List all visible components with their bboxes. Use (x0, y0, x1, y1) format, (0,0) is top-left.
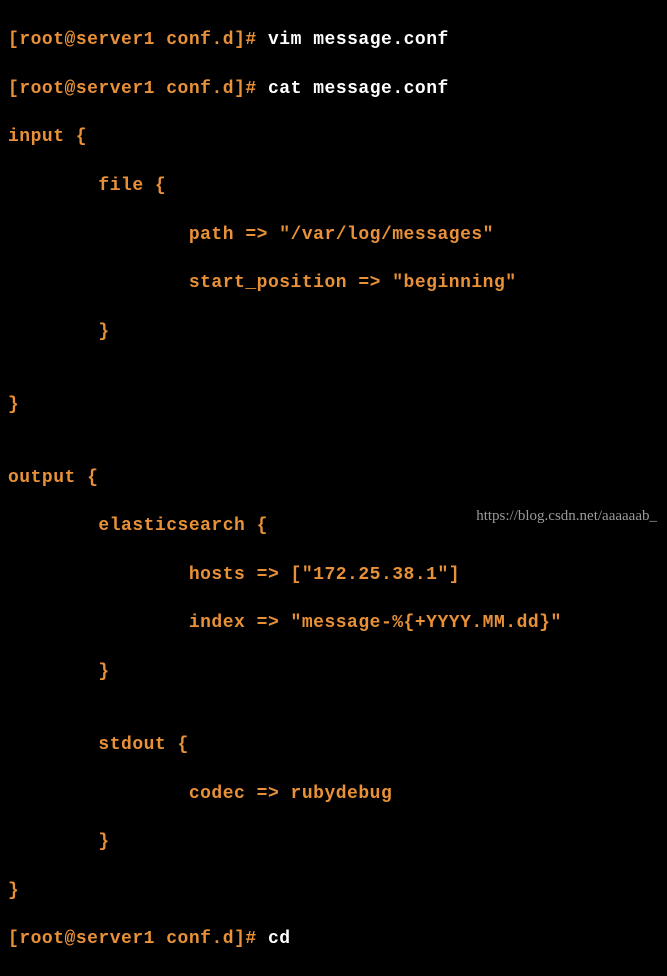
prompt-line-1: [root@server1 conf.d]# vim message.conf (8, 28, 659, 52)
config-line: } (8, 393, 659, 417)
watermark-text: https://blog.csdn.net/aaaaaab_ (476, 506, 657, 526)
config-line: index => "message-%{+YYYY.MM.dd}" (8, 611, 659, 635)
user-host: root@server1 (19, 79, 155, 99)
bracket-close: ] (234, 929, 245, 949)
config-line: codec => rubydebug (8, 782, 659, 806)
terminal-output[interactable]: [root@server1 conf.d]# vim message.conf … (8, 4, 659, 976)
hash: # (245, 929, 256, 949)
hash: # (245, 30, 256, 50)
path: conf.d (166, 30, 234, 50)
cmd-cat: cat (268, 79, 302, 99)
config-line: output { (8, 466, 659, 490)
config-line: } (8, 830, 659, 854)
user-host: root@server1 (19, 929, 155, 949)
prompt-line-2: [root@server1 conf.d]# cat message.conf (8, 77, 659, 101)
config-line: stdout { (8, 733, 659, 757)
config-line: start_position => "beginning" (8, 271, 659, 295)
path: conf.d (166, 79, 234, 99)
config-line: file { (8, 174, 659, 198)
config-line: hosts => ["172.25.38.1"] (8, 563, 659, 587)
cmd-vim: vim (268, 30, 302, 50)
bracket-open: [ (8, 929, 19, 949)
arg-cat: message.conf (313, 79, 449, 99)
path: conf.d (166, 929, 234, 949)
config-line: } (8, 879, 659, 903)
prompt-line-3: [root@server1 conf.d]# cd (8, 927, 659, 951)
config-line: } (8, 320, 659, 344)
hash: # (245, 79, 256, 99)
cmd-cd: cd (268, 929, 291, 949)
config-line: input { (8, 125, 659, 149)
bracket-close: ] (234, 79, 245, 99)
user-host: root@server1 (19, 30, 155, 50)
config-line: path => "/var/log/messages" (8, 223, 659, 247)
arg-vim: message.conf (313, 30, 449, 50)
bracket-close: ] (234, 30, 245, 50)
config-line: } (8, 660, 659, 684)
bracket-open: [ (8, 79, 19, 99)
bracket-open: [ (8, 30, 19, 50)
